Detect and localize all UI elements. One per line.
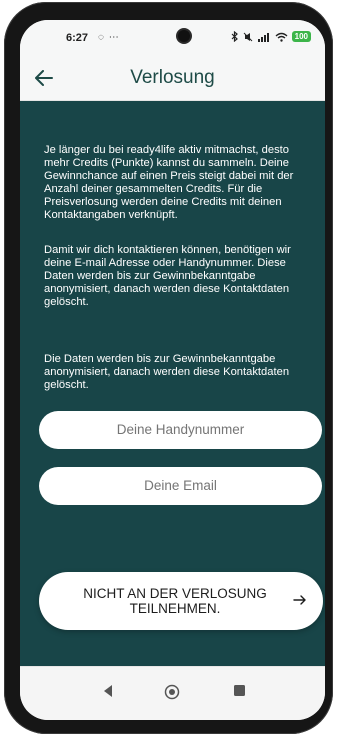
status-bar: 6:27 ◌ ⋯ 100 <box>20 20 325 56</box>
intro-paragraph: Je länger du bei ready4life aktiv mitmac… <box>44 144 294 221</box>
status-time: 6:27 <box>66 32 89 44</box>
arrow-right-icon <box>293 595 306 605</box>
decline-raffle-label: NICHT AN DER VERLOSUNG TEILNEHMEN. <box>83 586 267 616</box>
nav-back-icon[interactable] <box>102 684 114 698</box>
mute-icon <box>243 32 252 41</box>
main-content: Je länger du bei ready4life aktiv mitmac… <box>20 101 325 666</box>
data-notice-paragraph: Die Daten werden bis zur Gewinnbekanntga… <box>44 353 290 391</box>
status-icons: 100 <box>231 31 311 42</box>
signal-icon <box>257 32 269 42</box>
phone-frame: 6:27 ◌ ⋯ 100 Verlosung Je länger du bei … <box>4 2 333 734</box>
email-input[interactable] <box>39 467 322 505</box>
nav-recents-icon[interactable] <box>233 684 246 697</box>
battery-level: 100 <box>294 32 308 41</box>
page-title: Verlosung <box>130 67 215 88</box>
screen: 6:27 ◌ ⋯ 100 Verlosung Je länger du bei … <box>20 20 325 720</box>
notification-icons: ◌ ⋯ <box>98 32 120 43</box>
decline-raffle-button[interactable]: NICHT AN DER VERLOSUNG TEILNEHMEN. <box>39 572 323 630</box>
bluetooth-icon <box>231 31 238 42</box>
nav-home-icon[interactable] <box>164 684 180 700</box>
contact-paragraph: Damit wir dich kontaktieren können, benö… <box>44 244 291 308</box>
system-nav-bar <box>20 666 325 720</box>
camera-icon <box>178 30 190 42</box>
battery-icon: 100 <box>291 31 311 42</box>
phone-input[interactable] <box>39 411 322 449</box>
app-bar: Verlosung <box>20 56 325 101</box>
wifi-icon <box>275 32 288 42</box>
